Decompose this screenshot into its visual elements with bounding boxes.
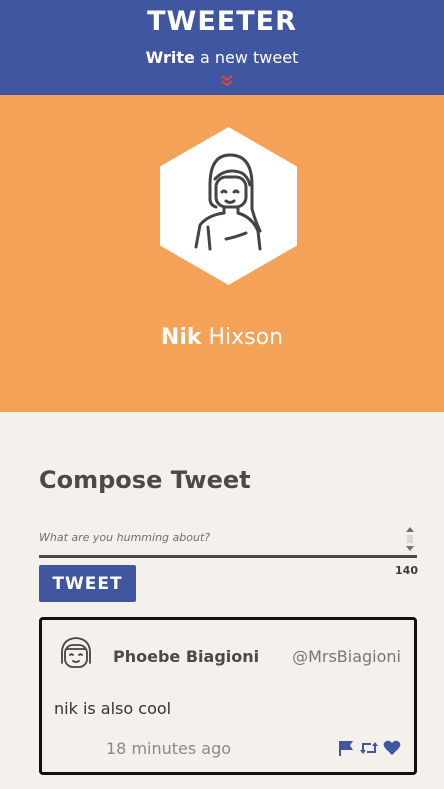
tweet-actions: [337, 738, 401, 758]
tweet-author-name[interactable]: Phoebe Biagioni: [113, 647, 259, 666]
flag-icon[interactable]: [337, 739, 355, 757]
profile-avatar: [160, 127, 297, 285]
scroll-arrows-icon[interactable]: [404, 524, 416, 554]
top-nav: TWEETER Write a new tweet: [0, 0, 444, 95]
user-first-name: Nik: [160, 325, 202, 350]
profile-header: Nik Hixson: [0, 95, 444, 412]
write-link-rest: a new tweet: [194, 48, 299, 67]
compose-title: Compose Tweet: [39, 466, 251, 494]
tweet-timestamp: 18 minutes ago: [106, 739, 232, 758]
user-full-name: Nik Hixson: [0, 325, 444, 350]
retweet-icon[interactable]: [360, 739, 378, 757]
tweet-avatar: [61, 637, 91, 668]
char-counter: 140: [395, 564, 418, 577]
tweet-card: Phoebe Biagioni @MrsBiagioni nik is also…: [39, 617, 417, 775]
write-link-bold: Write: [145, 48, 195, 67]
tweet-button[interactable]: TWEET: [39, 565, 136, 602]
input-underline: [39, 555, 417, 558]
brand-logo[interactable]: TWEETER: [0, 6, 444, 37]
tweet-input[interactable]: [39, 527, 401, 555]
heart-icon[interactable]: [383, 739, 401, 757]
user-last-name: Hixson: [201, 325, 284, 350]
tweet-text: nik is also cool: [54, 699, 172, 718]
tweet-author-handle[interactable]: @MrsBiagioni: [292, 647, 401, 666]
double-chevron-down-icon[interactable]: [220, 74, 234, 88]
write-new-tweet-link[interactable]: Write a new tweet: [0, 48, 444, 67]
